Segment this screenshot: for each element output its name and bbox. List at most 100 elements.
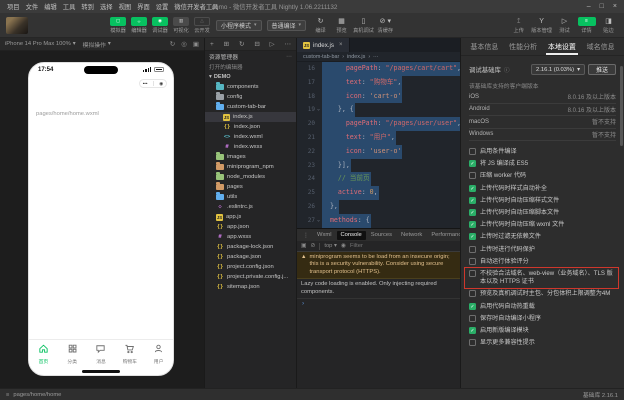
- version-icon[interactable]: Y: [539, 17, 544, 26]
- option-将 JS 编译成 E[interactable]: ✓ 将 JS 编译成 ES5: [469, 159, 616, 169]
- tree-item-app.json[interactable]: {} app.json: [205, 222, 296, 232]
- capsule-menu-icon[interactable]: •••: [143, 81, 148, 86]
- action-上传[interactable]: ↥ 上传: [509, 17, 528, 34]
- checkbox-checked-icon[interactable]: ✓: [469, 184, 476, 192]
- console-filter-input[interactable]: [350, 243, 396, 249]
- tree-item-index.wxml[interactable]: <> index.wxml: [205, 132, 296, 142]
- menu-item-工具[interactable]: 工具: [60, 2, 79, 11]
- option-不校验合法域名、we[interactable]: 不校验合法域名、web-view（业务域名）、TLS 版本以及 HTTPS 证书: [464, 266, 619, 290]
- console-tab-Sources[interactable]: Sources: [367, 231, 396, 240]
- editor-tab-indexjs[interactable]: JS index.js ×: [297, 38, 350, 52]
- option-启用新版编译模块[interactable]: ✓ 启用新版编译模块: [469, 326, 616, 336]
- breadcrumb-segment[interactable]: index.js: [347, 54, 365, 60]
- console-sidebar-icon[interactable]: ▣: [301, 243, 306, 249]
- push-button[interactable]: 推送: [587, 64, 616, 75]
- remote-debug-icon[interactable]: ▯: [362, 17, 366, 26]
- menu-item-选择[interactable]: 选择: [97, 2, 116, 11]
- action-真机调试[interactable]: ▯ 真机调试: [353, 17, 374, 34]
- checkbox-unchecked-icon[interactable]: [469, 339, 476, 347]
- tree-item-package.json[interactable]: {} package.json: [205, 252, 296, 262]
- phone-tab-消息[interactable]: 消息: [87, 340, 116, 368]
- tree-item-project.private.config.j...[interactable]: {} project.private.config.j...: [205, 272, 296, 282]
- editor-icon[interactable]: ‹›: [131, 16, 147, 26]
- menu-item-转到[interactable]: 转到: [78, 2, 97, 11]
- wechat-capsule[interactable]: ••• ◉: [139, 79, 167, 88]
- option-上传代码时自动压缩脚[interactable]: ✓ 上传代码时自动压缩脚本文件: [469, 208, 616, 218]
- tree-item-index.wxss[interactable]: # index.wxss: [205, 142, 296, 152]
- devtools-dock-icon[interactable]: ⋮: [300, 232, 312, 239]
- menu-item-项目[interactable]: 项目: [4, 2, 23, 11]
- menu-item-视图[interactable]: 视图: [116, 2, 135, 11]
- tree-item-node_modules[interactable]: node_modules: [205, 172, 296, 182]
- console-prompt[interactable]: ›: [297, 299, 460, 308]
- maximize-icon[interactable]: □: [600, 3, 604, 10]
- toggle-调试器[interactable]: ◉ 调试器: [151, 16, 169, 34]
- tree-item-.eslintrc.js[interactable]: ◇ .eslintrc.js: [205, 202, 296, 212]
- more-icon[interactable]: ⋯: [285, 40, 292, 48]
- tree-item-package-lock.json[interactable]: {} package-lock.json: [205, 242, 296, 252]
- upload-icon[interactable]: ↥: [516, 17, 522, 26]
- phone-tab-首页[interactable]: 首页: [29, 340, 58, 368]
- minimize-icon[interactable]: –: [587, 3, 591, 10]
- test-icon[interactable]: ▷: [562, 17, 567, 26]
- dock-icon[interactable]: ◨: [605, 17, 612, 26]
- checkbox-checked-icon[interactable]: ✓: [469, 327, 476, 335]
- tree-item-project.config.json[interactable]: {} project.config.json: [205, 262, 296, 272]
- close-tab-icon[interactable]: ×: [339, 42, 343, 48]
- tree-item-app.js[interactable]: JS app.js: [205, 212, 296, 222]
- console-tab-Console[interactable]: Console: [336, 230, 366, 240]
- details-tab-基本信息[interactable]: 基本信息: [468, 38, 500, 55]
- action-清缓存[interactable]: ⊘ ▾ 清缓存: [376, 17, 395, 34]
- simulate-action-select[interactable]: 模拟操作 ▾: [83, 40, 111, 49]
- details-tab-性能分析[interactable]: 性能分析: [507, 38, 539, 55]
- action-版本管理[interactable]: Y 版本管理: [531, 17, 552, 34]
- capsule-home-icon[interactable]: ◉: [159, 81, 163, 87]
- tree-item-index.json[interactable]: {} index.json: [205, 122, 296, 132]
- tree-item-custom-tab-bar[interactable]: custom-tab-bar: [205, 102, 296, 112]
- scrollbar-thumb[interactable]: [620, 66, 623, 146]
- menu-item-界面[interactable]: 界面: [134, 2, 153, 11]
- breadcrumb-segment[interactable]: custom-tab-bar: [303, 54, 339, 60]
- more-icon[interactable]: ⋯: [286, 54, 292, 60]
- frame-select[interactable]: top ▾: [324, 243, 337, 249]
- details-icon[interactable]: ≡: [577, 16, 596, 26]
- detach-window-icon[interactable]: ▣: [193, 40, 199, 48]
- new-folder-icon[interactable]: ⊞: [224, 40, 229, 48]
- details-tab-本地设置[interactable]: 本地设置: [545, 38, 578, 55]
- action-贴边[interactable]: ◨ 贴边: [599, 17, 618, 34]
- checkbox-checked-icon[interactable]: ✓: [469, 302, 476, 310]
- console-tab-Wxml[interactable]: Wxml: [313, 231, 336, 240]
- phone-tab-购物车[interactable]: 购物车: [115, 340, 144, 368]
- debug-lib-select[interactable]: 2.16.1 (0.03%) ▾: [531, 64, 585, 75]
- collapse-all-icon[interactable]: ⊟: [254, 40, 259, 48]
- tree-item-images[interactable]: images: [205, 152, 296, 162]
- checkbox-checked-icon[interactable]: ✓: [469, 221, 476, 229]
- menu-item-编辑[interactable]: 编辑: [41, 2, 60, 11]
- tree-item-utils[interactable]: utils: [205, 192, 296, 202]
- option-自动运行体验评分[interactable]: 自动运行体验评分: [469, 257, 616, 267]
- phone-tab-用户[interactable]: 用户: [144, 340, 173, 368]
- option-启用代码自动热重载[interactable]: ✓ 启用代码自动热重载: [469, 302, 616, 312]
- checkbox-unchecked-icon[interactable]: [469, 172, 476, 180]
- cloud-icon[interactable]: △: [194, 16, 210, 26]
- toggle-模拟器[interactable]: ▢ 模拟器: [109, 16, 127, 34]
- action-测试[interactable]: ▷ 测试: [555, 17, 574, 34]
- preview-qr-icon[interactable]: ▦: [338, 17, 345, 26]
- action-预览[interactable]: ▦ 预览: [332, 17, 351, 34]
- tree-item-index.js[interactable]: JS index.js: [205, 112, 296, 122]
- checkbox-unchecked-icon[interactable]: [469, 148, 476, 155]
- option-预览及真机调试时主包[interactable]: 预览及真机调试时主包、分包体积上限调整为4M: [469, 289, 616, 299]
- checkbox-unchecked-icon[interactable]: [469, 290, 476, 298]
- menu-item-设置[interactable]: 设置: [153, 2, 172, 11]
- toggle-可视化[interactable]: ▥ 可视化: [172, 16, 190, 34]
- device-select[interactable]: iPhone 14 Pro Max 100% ▾: [5, 41, 76, 47]
- checkbox-checked-icon[interactable]: ✓: [469, 160, 476, 168]
- option-上传时过滤无依赖文件[interactable]: ✓ 上传时过滤无依赖文件: [469, 232, 616, 242]
- toggle-编辑器[interactable]: ‹› 编辑器: [130, 16, 148, 34]
- checkbox-unchecked-icon[interactable]: [469, 257, 476, 265]
- clear-console-icon[interactable]: ⊘: [310, 243, 315, 249]
- visual-icon[interactable]: ▥: [173, 16, 189, 26]
- refresh-explorer-icon[interactable]: ↻: [239, 40, 244, 48]
- option-上传代码时样式自动补[interactable]: ✓ 上传代码时样式自动补全: [469, 184, 616, 194]
- console-tab-Network[interactable]: Network: [397, 231, 426, 240]
